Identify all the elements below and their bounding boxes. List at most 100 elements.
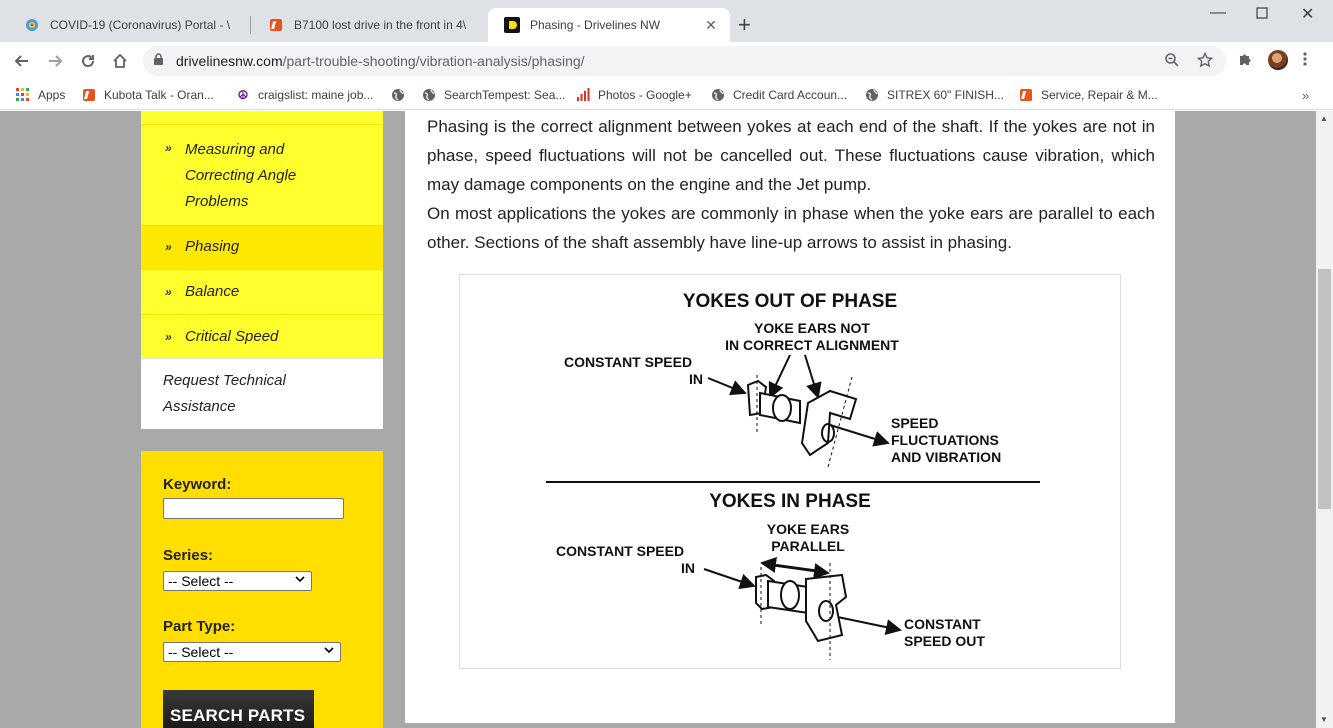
globe-icon (391, 88, 405, 102)
bookmark-globe[interactable] (391, 85, 413, 105)
extensions-puzzle-icon[interactable] (1237, 51, 1253, 72)
zoom-icon[interactable] (1164, 52, 1180, 72)
bookmark-label: Photos - Google+ (598, 88, 692, 102)
sidebar-item-critical-speed[interactable]: » Critical Speed (141, 314, 383, 358)
bookmark-credit-card[interactable]: Credit Card Accoun... (711, 85, 847, 105)
fluctuations-label: FLUCTUATIONS (891, 432, 999, 448)
phasing-diagram: YOKES OUT OF PHASE YOKE EARS NOT IN CORR… (459, 274, 1121, 669)
kubota-talk-icon (268, 17, 284, 33)
drivelines-icon (504, 17, 520, 33)
constant-speed-in-label: CONSTANT SPEED (564, 354, 692, 370)
globe-icon (711, 88, 725, 102)
bookmark-label: Kubota Talk - Oran... (104, 88, 214, 102)
address-bar[interactable]: drivelinesnw.com/part-trouble-shooting/v… (143, 46, 1226, 76)
page-scrollbar[interactable]: ▲ ▼ (1316, 111, 1333, 728)
chevron-down-icon (295, 574, 305, 587)
yoke-ears-not-label: YOKE EARS NOT (754, 320, 870, 336)
menu-kebab-icon[interactable] (1303, 51, 1307, 72)
maximize-icon[interactable] (1256, 6, 1268, 24)
bookmark-label: SITREX 60" FINISH... (887, 88, 1004, 102)
part-type-label: Part Type: (163, 618, 236, 635)
yoke-ears-label: YOKE EARS (767, 521, 849, 537)
bookmark-label: Service, Repair & M... (1041, 88, 1158, 102)
bookmarks-bar: Apps Kubota Talk - Oran... ☮ craigslist:… (0, 80, 1333, 110)
tab-strip: COVID-19 (Coronavirus) Portal - \ B7100 … (0, 0, 1333, 42)
part-type-select[interactable]: -- Select -- (163, 642, 341, 662)
tab-title: COVID-19 (Coronavirus) Portal - \ (50, 18, 231, 32)
bookmark-kubota-talk[interactable]: Kubota Talk - Oran... (82, 85, 214, 105)
constant-label: CONSTANT (904, 616, 981, 632)
bookmark-apps[interactable]: Apps (16, 85, 65, 105)
sidebar-item-phasing[interactable]: » Phasing (141, 225, 383, 269)
double-chevron-icon: » (165, 330, 172, 344)
sidebar-item-balance[interactable]: » Balance (141, 269, 383, 314)
misaligned-yoke-drawing (707, 354, 890, 468)
bookmark-label: SearchTempest: Sea... (444, 88, 566, 102)
signal-bars-icon (576, 88, 590, 102)
more-bookmarks-icon[interactable]: » (1302, 85, 1309, 105)
part-type-selected-value: -- Select -- (168, 644, 234, 660)
bookmark-searchtempest[interactable]: SearchTempest: Sea... (422, 85, 565, 105)
kubota-talk-icon (82, 88, 96, 102)
covid-portal-icon (24, 17, 40, 33)
globe-icon (422, 88, 436, 102)
globe-icon (865, 88, 879, 102)
main-content: Phasing is the correct alignment between… (405, 111, 1175, 723)
close-window-icon[interactable]: ✕ (1301, 4, 1314, 24)
new-tab-icon[interactable]: + (738, 14, 751, 36)
scroll-thumb[interactable] (1318, 269, 1331, 509)
tab-phasing[interactable]: Phasing - Drivelines NW ✕ (488, 8, 730, 42)
sidebar-item-cut-off[interactable] (141, 111, 383, 124)
series-label: Series: (163, 547, 214, 564)
scroll-up-arrow-icon[interactable]: ▲ (1320, 114, 1328, 123)
keyword-label: Keyword: (163, 476, 232, 493)
home-icon[interactable] (108, 49, 132, 73)
double-chevron-icon: » (165, 240, 172, 254)
sidebar-menu: » Measuring and Correcting Angle Problem… (141, 111, 383, 429)
bookmark-star-icon[interactable] (1196, 51, 1214, 72)
in-label: IN (681, 560, 695, 576)
sidebar-item-label: Critical Speed (185, 328, 279, 345)
forward-icon[interactable] (43, 49, 67, 73)
scroll-down-arrow-icon[interactable]: ▼ (1320, 715, 1328, 724)
bookmark-label: craigslist: maine job... (258, 88, 374, 102)
bookmark-service-repair[interactable]: Service, Repair & M... (1019, 85, 1158, 105)
page-viewport: » Measuring and Correcting Angle Problem… (0, 111, 1316, 728)
bookmark-craigslist[interactable]: ☮ craigslist: maine job... (236, 85, 374, 105)
url-text[interactable]: drivelinesnw.com/part-trouble-shooting/v… (176, 53, 585, 69)
speed-out-label: SPEED OUT (904, 633, 985, 649)
double-chevron-icon: » (165, 141, 172, 155)
keyword-input[interactable] (163, 498, 344, 519)
bookmark-photos[interactable]: Photos - Google+ (576, 85, 692, 105)
in-correct-alignment-label: IN CORRECT ALIGNMENT (725, 337, 899, 353)
lock-icon[interactable] (153, 53, 164, 69)
in-label: IN (689, 371, 703, 387)
series-select[interactable]: -- Select -- (163, 571, 312, 591)
reload-icon[interactable] (76, 49, 100, 73)
tab-title: B7100 lost drive in the front in 4\ (294, 18, 467, 32)
sidebar-item-measuring-angle[interactable]: » Measuring and Correcting Angle Problem… (141, 124, 383, 225)
profile-avatar[interactable] (1268, 50, 1288, 70)
back-icon[interactable] (10, 49, 34, 73)
tab-kubota-talk[interactable]: B7100 lost drive in the front in 4\ (252, 8, 486, 42)
bookmark-sitrex[interactable]: SITREX 60" FINISH... (865, 85, 1004, 105)
peace-icon: ☮ (237, 88, 249, 102)
bookmark-label: Credit Card Accoun... (733, 88, 848, 102)
apps-grid-icon (16, 88, 30, 102)
aligned-yoke-drawing (703, 556, 902, 660)
request-label: Request Technical Assistance (163, 372, 286, 415)
search-parts-button[interactable]: SEARCH PARTS (163, 690, 314, 728)
tab-covid-portal[interactable]: COVID-19 (Coronavirus) Portal - \ (8, 8, 250, 42)
phasing-paragraph-1: Phasing is the correct alignment between… (427, 117, 1155, 194)
double-chevron-icon: » (165, 285, 172, 299)
constant-speed-in-label: CONSTANT SPEED (556, 543, 684, 559)
close-tab-icon[interactable]: ✕ (702, 17, 720, 34)
sidebar-item-label: Measuring and Correcting Angle Problems (185, 141, 297, 210)
tab-separator (250, 16, 251, 34)
chevron-down-icon (324, 645, 334, 658)
bookmark-label: Apps (38, 88, 66, 102)
minimize-icon[interactable]: — (1210, 4, 1226, 22)
request-technical-assistance-link[interactable]: Request Technical Assistance (141, 358, 383, 429)
yokes-out-of-phase-title: YOKES OUT OF PHASE (683, 291, 897, 312)
kubota-talk-icon (1019, 88, 1033, 102)
